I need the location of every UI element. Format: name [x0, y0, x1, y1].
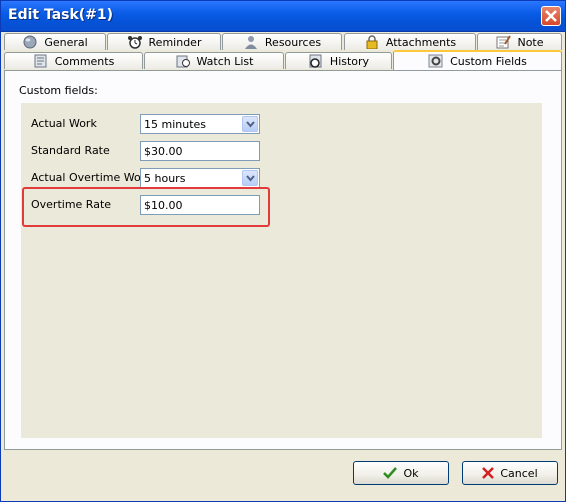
globe-icon: [23, 35, 37, 49]
checkmark-icon: [383, 467, 398, 479]
tab-custom-fields[interactable]: Custom Fields: [393, 50, 562, 70]
standard-rate-field[interactable]: [140, 141, 260, 161]
cancel-label: Cancel: [500, 466, 538, 480]
overtime-rate-field[interactable]: [140, 195, 260, 215]
tab-label: Note: [517, 35, 544, 49]
lock-icon: [366, 35, 378, 49]
tab-resources[interactable]: Resources: [222, 33, 342, 50]
tab-label: Custom Fields: [450, 54, 527, 68]
ok-button[interactable]: Ok: [353, 461, 449, 485]
field-label-actual-overtime-work: Actual Overtime Work: [31, 171, 152, 184]
cancel-button[interactable]: Cancel: [462, 461, 558, 485]
standard-rate-input[interactable]: [144, 145, 254, 158]
gear-icon: [428, 54, 443, 68]
tab-comments[interactable]: Comments: [4, 52, 143, 69]
comments-icon: [34, 54, 47, 68]
tab-label: Comments: [54, 54, 115, 68]
tab-note[interactable]: Note: [477, 33, 562, 50]
tab-reminder[interactable]: Reminder: [107, 33, 221, 50]
tab-watch-list[interactable]: Watch List: [144, 52, 284, 69]
tab-general[interactable]: General: [4, 33, 106, 50]
alarm-clock-icon: [127, 36, 142, 49]
tab-label: Attachments: [385, 35, 457, 49]
field-label-overtime-rate: Overtime Rate: [31, 198, 112, 211]
tab-attachments[interactable]: Attachments: [344, 33, 476, 50]
tab-label: Watch List: [196, 54, 254, 68]
title-bar[interactable]: Edit Task(#1): [1, 1, 565, 32]
dropdown-button[interactable]: [242, 116, 258, 132]
ok-label: Ok: [403, 466, 419, 480]
cancel-x-icon: [482, 467, 495, 479]
overtime-rate-input[interactable]: [144, 199, 254, 212]
actual-overtime-work-dropdown[interactable]: 5 hours: [140, 168, 260, 188]
actual-overtime-work-value: 5 hours: [144, 172, 186, 185]
tab-label: Reminder: [148, 35, 202, 49]
actual-work-value: 15 minutes: [144, 118, 207, 131]
user-icon: [244, 36, 257, 49]
watch-list-icon: [176, 55, 190, 68]
tab-strip: General Reminder Resources Attachments N…: [4, 32, 562, 70]
tab-label: History: [329, 54, 370, 68]
field-label-standard-rate: Standard Rate: [31, 144, 110, 157]
chevron-down-icon: [246, 175, 255, 182]
dropdown-button[interactable]: [242, 170, 258, 186]
notepad-icon: [496, 35, 512, 49]
close-button[interactable]: [541, 6, 561, 26]
custom-fields-heading: Custom fields:: [19, 84, 98, 97]
chevron-down-icon: [246, 121, 255, 128]
window-title: Edit Task(#1): [8, 7, 114, 23]
field-label-actual-work: Actual Work: [31, 117, 97, 130]
tab-label: General: [44, 35, 88, 49]
close-icon: [545, 10, 557, 22]
tab-history[interactable]: History: [285, 52, 392, 69]
history-icon: [309, 54, 322, 68]
actual-work-dropdown[interactable]: 15 minutes: [140, 114, 260, 134]
tab-label: Resources: [264, 35, 322, 49]
